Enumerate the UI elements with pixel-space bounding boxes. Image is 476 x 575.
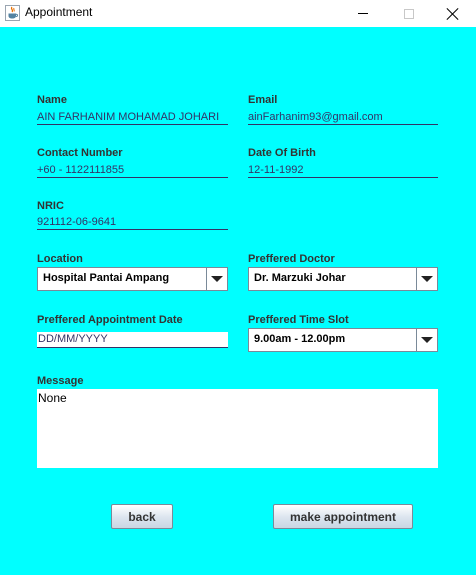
back-button[interactable]: back	[111, 504, 173, 529]
preferred-doctor-label: Preffered Doctor	[248, 253, 335, 265]
chevron-down-icon[interactable]	[206, 268, 227, 290]
java-cup-icon	[5, 5, 20, 21]
chevron-down-icon[interactable]	[416, 329, 437, 351]
title-bar: Appointment	[0, 0, 476, 27]
contact-number-label: Contact Number	[37, 147, 123, 159]
message-textarea[interactable]: None	[37, 389, 438, 468]
nric-field[interactable]: 921112-06-9641	[37, 214, 228, 230]
maximize-button[interactable]	[386, 0, 432, 27]
maximize-icon	[404, 8, 414, 19]
message-label: Message	[37, 375, 84, 387]
nric-label: NRIC	[37, 200, 64, 212]
date-of-birth-label: Date Of Birth	[248, 147, 316, 159]
time-slot-selected: 9.00am - 12.00pm	[254, 333, 346, 345]
minimize-icon	[358, 13, 368, 14]
appointment-date-label: Preffered Appointment Date	[37, 314, 183, 326]
time-slot-label: Preffered Time Slot	[248, 314, 349, 326]
preferred-doctor-dropdown[interactable]: Dr. Marzuki Johar	[248, 267, 438, 291]
location-label: Location	[37, 253, 83, 265]
chevron-down-icon[interactable]	[416, 268, 437, 290]
location-dropdown[interactable]: Hospital Pantai Ampang	[37, 267, 228, 291]
time-slot-dropdown[interactable]: 9.00am - 12.00pm	[248, 328, 438, 352]
window-title: Appointment	[25, 5, 93, 19]
name-field[interactable]: AIN FARHANIM MOHAMAD JOHARI	[37, 109, 228, 125]
name-label: Name	[37, 94, 67, 106]
preferred-doctor-selected: Dr. Marzuki Johar	[254, 272, 346, 284]
appointment-form-panel: Name AIN FARHANIM MOHAMAD JOHARI Email a…	[0, 27, 476, 575]
make-appointment-button[interactable]: make appointment	[273, 504, 413, 529]
appointment-date-field[interactable]: DD/MM/YYYY	[37, 332, 228, 348]
date-of-birth-field[interactable]: 12-11-1992	[248, 162, 438, 178]
email-field[interactable]: ainFarhanim93@gmail.com	[248, 109, 438, 125]
email-label: Email	[248, 94, 278, 106]
location-selected: Hospital Pantai Ampang	[43, 272, 170, 284]
close-icon	[447, 8, 459, 20]
minimize-button[interactable]	[340, 0, 386, 27]
contact-number-field[interactable]: +60 - 1122111855	[37, 162, 228, 178]
close-button[interactable]	[430, 0, 476, 27]
